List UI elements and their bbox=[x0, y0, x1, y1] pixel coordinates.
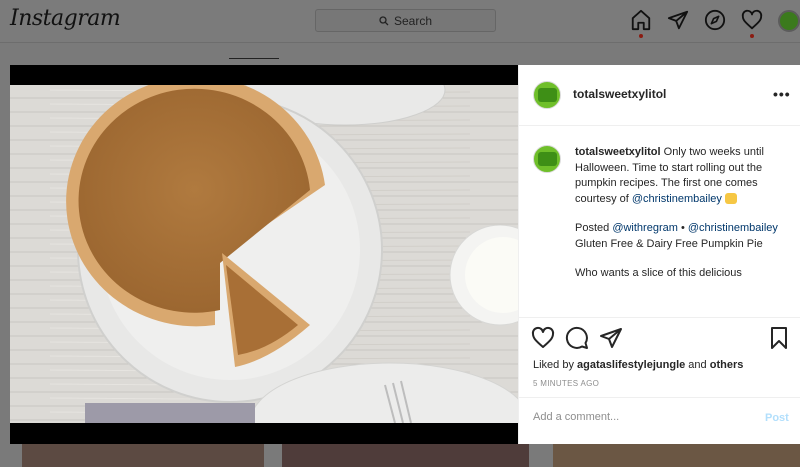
caption-area: totalsweetxylitol Only two weeks until H… bbox=[519, 127, 800, 315]
caption-username[interactable]: totalsweetxylitol bbox=[575, 146, 661, 158]
post-actions: Liked by agataslifestylejungle and other… bbox=[519, 317, 800, 447]
search-box[interactable]: Search bbox=[315, 9, 496, 32]
top-navigation: Instagram Search bbox=[0, 0, 800, 43]
comment-icon[interactable] bbox=[565, 326, 589, 350]
profile-avatar[interactable] bbox=[778, 10, 800, 32]
heart-icon[interactable] bbox=[741, 9, 766, 38]
grid-thumbnail[interactable] bbox=[22, 444, 264, 467]
tab-indicator bbox=[229, 58, 279, 59]
mention-link[interactable]: @withregram bbox=[612, 222, 678, 234]
liked-by-others[interactable]: others bbox=[710, 359, 744, 371]
post-comment-button[interactable]: Post bbox=[765, 412, 789, 424]
share-icon[interactable] bbox=[599, 326, 623, 350]
instagram-logo[interactable]: Instagram bbox=[10, 6, 121, 31]
likes-summary: Liked by agataslifestylejungle and other… bbox=[533, 359, 744, 371]
direct-icon[interactable] bbox=[667, 9, 692, 34]
post-details-panel: totalsweetxylitol ••• totalsweetxylitol … bbox=[518, 65, 800, 444]
caption-avatar[interactable] bbox=[533, 145, 561, 173]
caption-text: totalsweetxylitol Only two weeks until H… bbox=[575, 146, 778, 279]
comment-composer: Post bbox=[519, 397, 800, 447]
author-username[interactable]: totalsweetxylitol bbox=[573, 87, 666, 101]
notification-dot bbox=[639, 34, 643, 38]
more-options-icon[interactable]: ••• bbox=[773, 86, 791, 102]
pumpkin-pie-photo bbox=[10, 85, 518, 423]
grid-thumbnail[interactable] bbox=[553, 444, 800, 467]
liked-by-user[interactable]: agataslifestylejungle bbox=[577, 359, 685, 371]
notification-dot bbox=[750, 34, 754, 38]
post-timestamp[interactable]: 5 MINUTES AGO bbox=[533, 379, 599, 388]
search-icon bbox=[379, 15, 389, 25]
bookmark-icon[interactable] bbox=[767, 326, 791, 350]
mention-link[interactable]: @christinembailey bbox=[632, 193, 722, 205]
home-icon[interactable] bbox=[630, 9, 655, 38]
search-placeholder: Search bbox=[393, 13, 433, 28]
mention-link[interactable]: @christinembailey bbox=[688, 222, 778, 234]
emoji-icon bbox=[724, 193, 737, 205]
post-header: totalsweetxylitol ••• bbox=[519, 65, 800, 126]
author-avatar[interactable] bbox=[533, 81, 561, 109]
grid-thumbnail[interactable] bbox=[282, 444, 529, 467]
post-media[interactable] bbox=[10, 65, 518, 444]
comment-input[interactable] bbox=[533, 411, 733, 423]
like-heart-icon[interactable] bbox=[531, 326, 555, 350]
explore-icon[interactable] bbox=[704, 9, 729, 34]
